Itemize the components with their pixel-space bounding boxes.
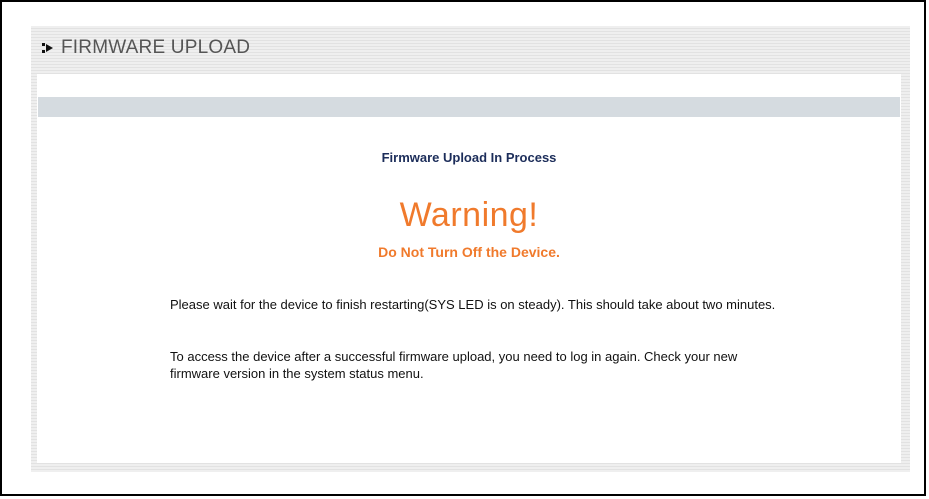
- firmware-upload-panel: FIRMWARE UPLOAD Firmware Upload In Proce…: [31, 26, 910, 472]
- header-bar: [38, 97, 900, 117]
- restart-message: Please wait for the device to finish res…: [170, 297, 776, 312]
- panel-header: FIRMWARE UPLOAD: [31, 26, 910, 70]
- warning-title: Warning!: [399, 196, 539, 234]
- login-message: To access the device after a successful …: [170, 349, 738, 381]
- upload-status-heading: Firmware Upload In Process: [381, 150, 557, 165]
- warning-subtitle: Do Not Turn Off the Device.: [378, 244, 560, 260]
- window-frame: FIRMWARE UPLOAD Firmware Upload In Proce…: [0, 0, 926, 496]
- content-area: Firmware Upload In Process Warning! Do N…: [37, 74, 901, 463]
- arrow-right-icon: [39, 39, 57, 57]
- page-title: FIRMWARE UPLOAD: [61, 37, 251, 58]
